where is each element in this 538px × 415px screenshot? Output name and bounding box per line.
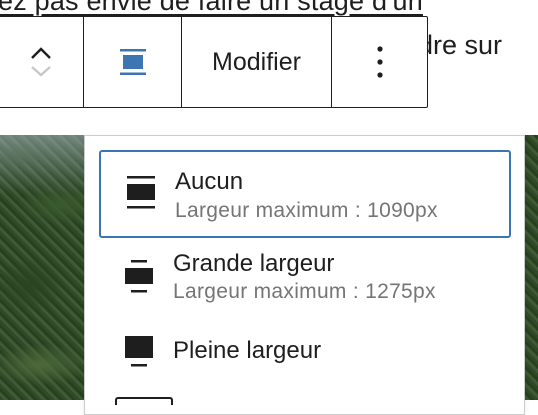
option-title: Grande largeur (173, 250, 335, 277)
background-paragraph-line: ez pas envie de faire un stage d'un (0, 0, 423, 16)
modify-button[interactable]: Modifier (182, 17, 332, 107)
align-none-icon (119, 49, 146, 75)
align-full-icon (125, 336, 153, 367)
option-title: Pleine largeur (173, 337, 322, 364)
option-none[interactable]: Aucun Largeur maximum : 1090px (99, 150, 511, 238)
option-subtitle: Largeur maximum : 1275px (173, 280, 436, 303)
option-title: Aucun (175, 168, 244, 195)
align-button[interactable] (84, 17, 182, 107)
background-paragraph-fragment: dre sur (418, 30, 503, 60)
alignment-dropdown: Aucun Largeur maximum : 1090px Grande la… (84, 135, 525, 415)
block-mover (0, 17, 84, 107)
next-option-icon-partial (115, 397, 173, 405)
more-vertical-icon (376, 46, 383, 78)
option-wide[interactable]: Grande largeur Largeur maximum : 1275px (99, 240, 511, 322)
align-wide-icon (125, 260, 153, 293)
option-subtitle: Largeur maximum : 1090px (175, 199, 438, 222)
option-full[interactable]: Pleine largeur (99, 324, 511, 384)
more-options-button[interactable] (332, 17, 427, 107)
chevron-down-icon[interactable] (28, 62, 54, 80)
chevron-up-icon[interactable] (28, 44, 54, 62)
align-none-icon (127, 176, 155, 209)
block-toolbar: Modifier (0, 16, 428, 108)
